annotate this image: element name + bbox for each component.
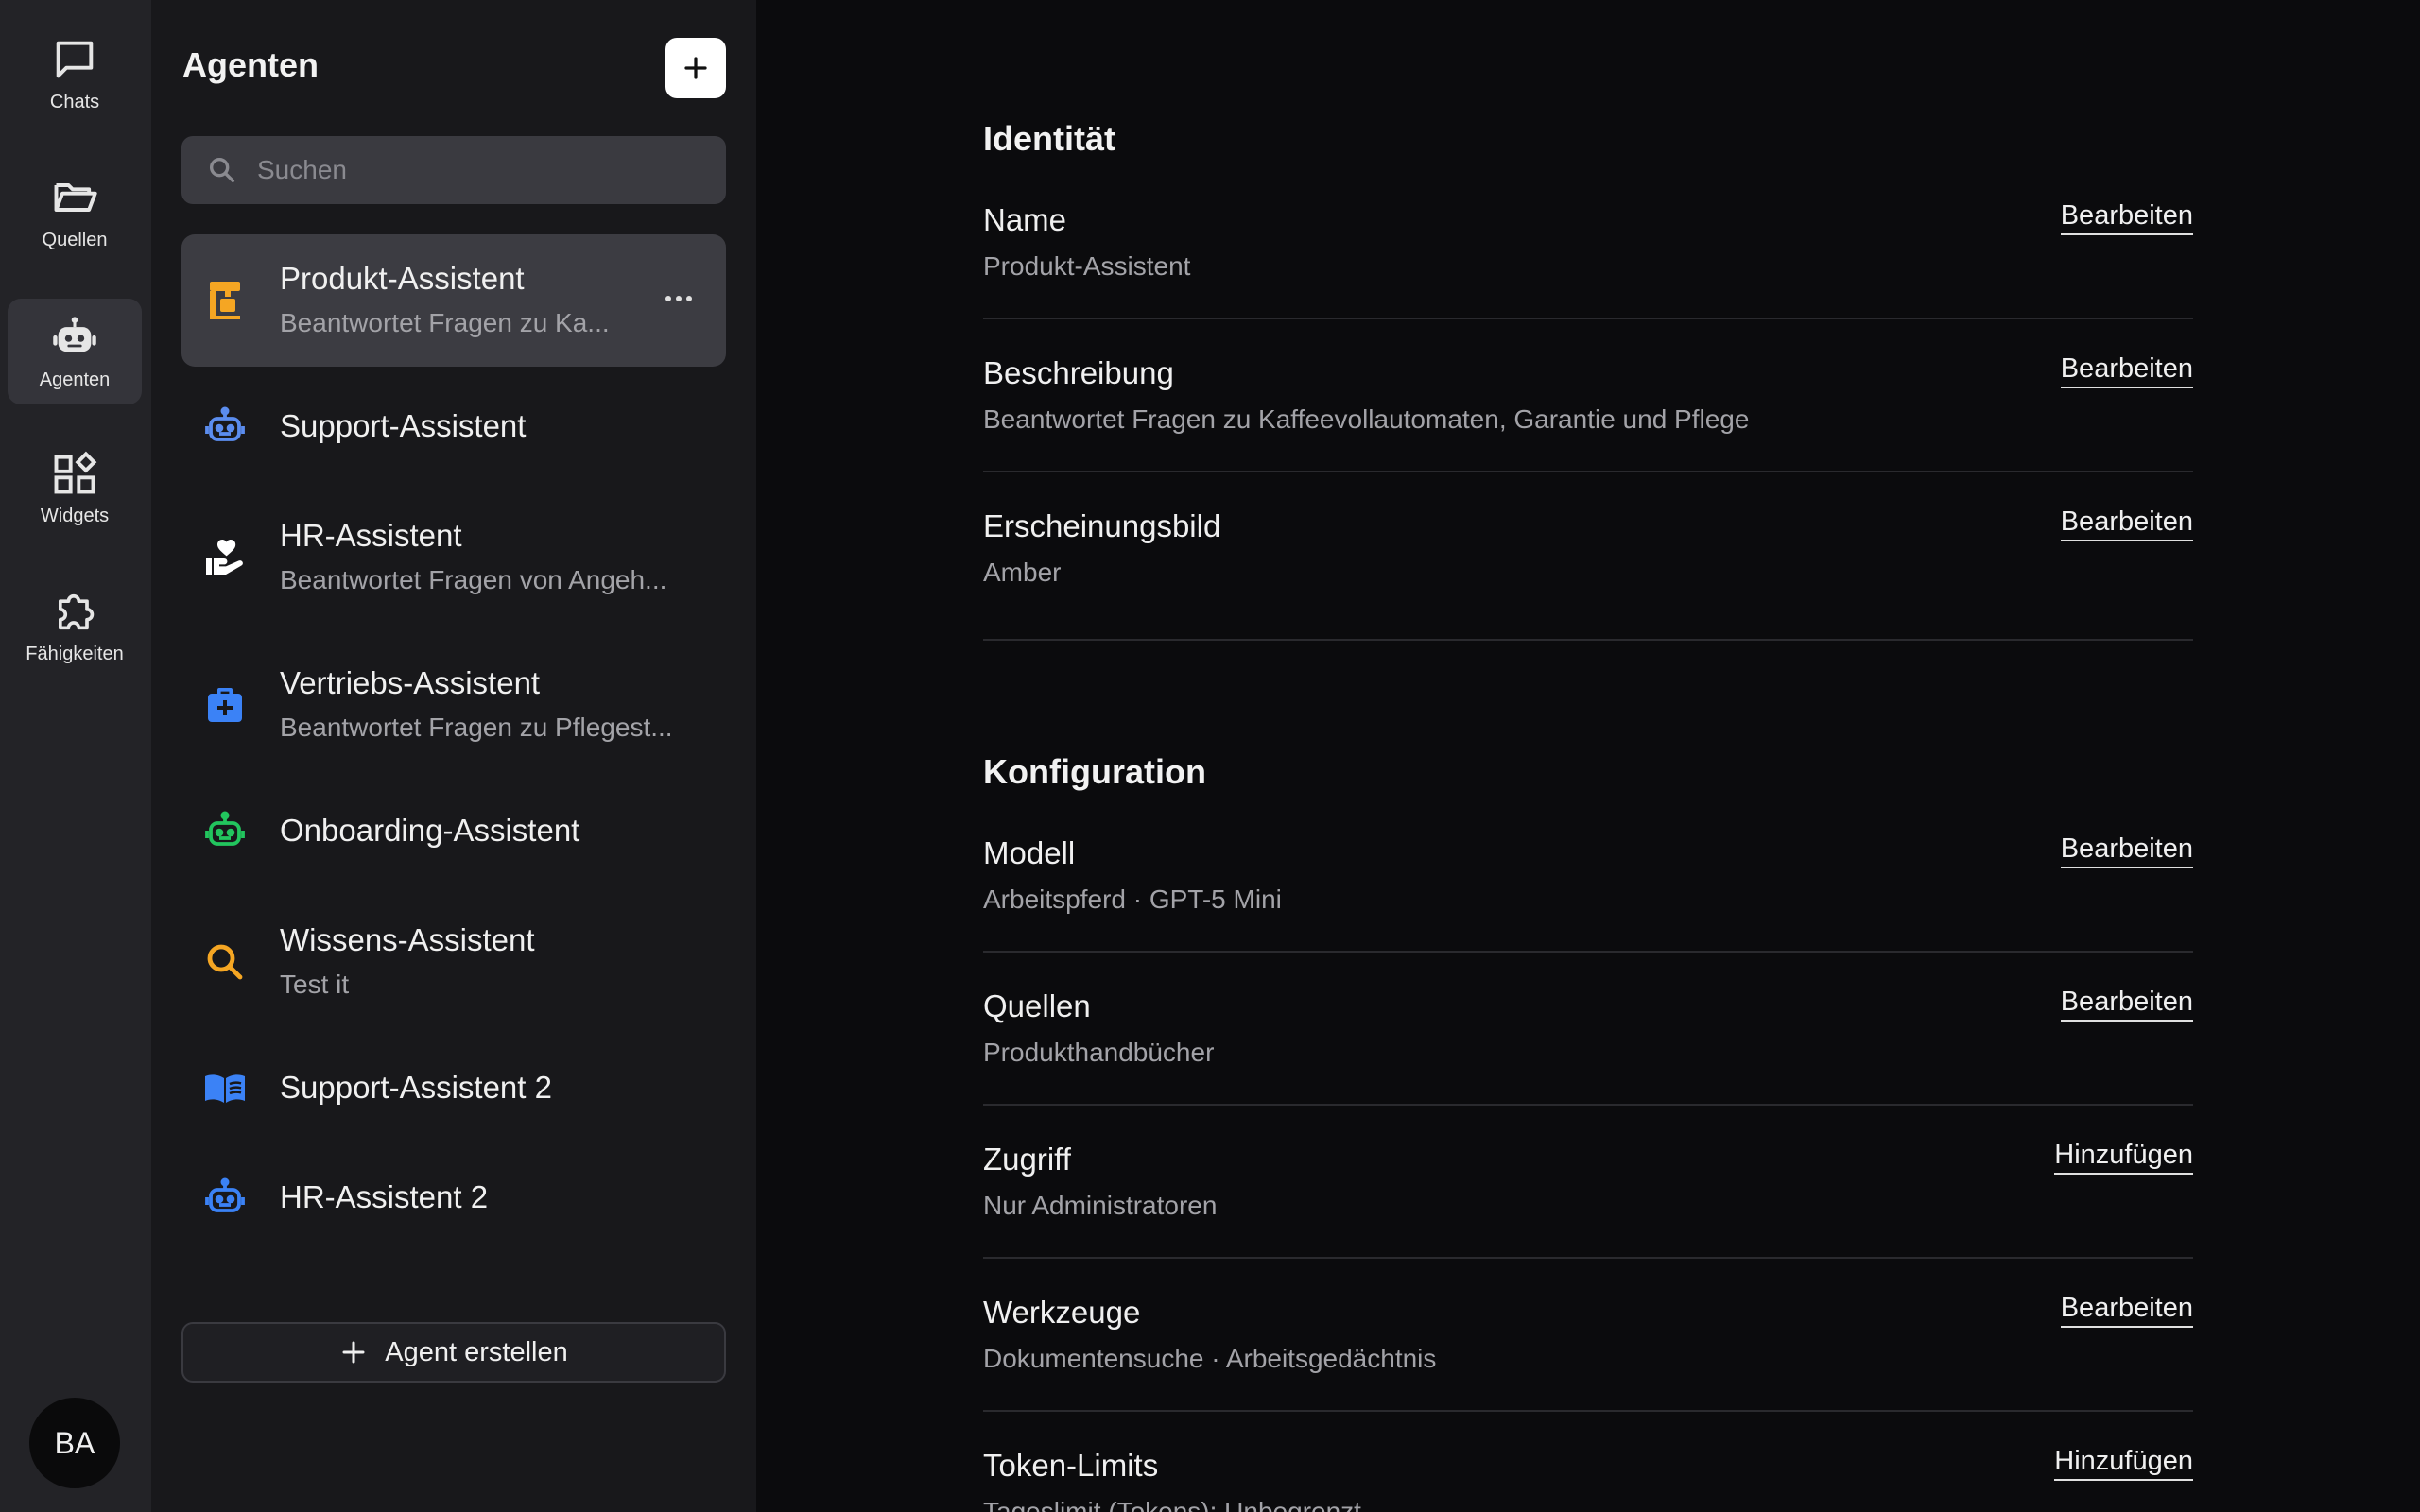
config-row-model: Modell Arbeitspferd · GPT-5 Mini Bearbei… [983, 833, 2193, 953]
medical-bag-icon [202, 682, 248, 728]
row-label: Erscheinungsbild [983, 508, 1221, 543]
agent-description: Beantwortet Fragen von Angeh... [280, 565, 667, 594]
agent-item-produkt-assistent[interactable]: Produkt-Assistent Beantwortet Fragen zu … [182, 234, 726, 367]
config-row-sources: Quellen Produkthandbücher Bearbeiten [983, 987, 2193, 1106]
search-input[interactable] [257, 155, 701, 185]
agent-item-hr-assistent[interactable]: HR-Assistent Beantwortet Fragen von Ange… [182, 491, 726, 624]
search-box [182, 136, 726, 204]
rail-item-faehigkeiten[interactable]: Fähigkeiten [8, 573, 142, 679]
configuration-section-title: Konfiguration [983, 752, 1206, 791]
chat-icon [56, 41, 94, 77]
rail-item-quellen[interactable]: Quellen [8, 159, 142, 265]
agent-item-support-assistent[interactable]: Support-Assistent [182, 382, 726, 472]
agent-description: Beantwortet Fragen zu Pflegest... [280, 713, 673, 742]
folder-icon [54, 182, 97, 212]
book-icon [202, 1066, 248, 1111]
config-row-access: Zugriff Nur Administratoren Hinzufügen [983, 1140, 2193, 1259]
agent-detail: Identität Name Produkt-Assistent Bearbei… [756, 0, 2420, 1512]
agent-name: Vertriebs-Assistent [280, 665, 541, 700]
edit-name-button[interactable]: Bearbeiten [2060, 200, 2193, 235]
create-agent-button[interactable]: Agent erstellen [182, 1322, 726, 1383]
row-label: Quellen [983, 988, 1091, 1023]
agents-panel: Agenten Produkt-Assistent Beantwortet Fr… [151, 0, 756, 1512]
rail-item-agenten[interactable]: Agenten [8, 299, 142, 404]
row-value: Amber [983, 558, 1062, 587]
agent-description: Beantwortet Fragen zu Ka... [280, 308, 610, 337]
edit-model-button[interactable]: Bearbeiten [2060, 833, 2193, 868]
row-value: Produkthandbücher [983, 1038, 1215, 1067]
widgets-icon [54, 451, 97, 493]
row-value: Beantwortet Fragen zu Kaffeevollautomate… [983, 404, 1750, 434]
row-label: Token-Limits [983, 1448, 1159, 1483]
puzzle-icon [58, 593, 95, 629]
edit-description-button[interactable]: Bearbeiten [2060, 353, 2193, 388]
heart-hand-icon [202, 535, 248, 580]
panel-title: Agenten [182, 45, 319, 84]
agent-name: Support-Assistent 2 [280, 1070, 552, 1105]
agent-item-support-assistent-2[interactable]: Support-Assistent 2 [182, 1043, 726, 1134]
agent-item-vertriebs-assistent[interactable]: Vertriebs-Assistent Beantwortet Fragen z… [182, 639, 726, 771]
row-value: Produkt-Assistent [983, 251, 1191, 281]
more-options-icon[interactable] [660, 287, 698, 310]
identity-row-description: Beschreibung Beantwortet Fragen zu Kaffe… [983, 353, 2193, 472]
config-row-token-limits: Token-Limits Tageslimit (Tokens): Unbegr… [983, 1446, 2193, 1512]
edit-appearance-button[interactable]: Bearbeiten [2060, 507, 2193, 541]
rail-label: Agenten [39, 369, 111, 390]
create-agent-label: Agent erstellen [385, 1336, 568, 1367]
agent-description: Test it [280, 970, 350, 999]
rail-label: Widgets [40, 505, 110, 526]
add-agent-button[interactable] [666, 38, 726, 98]
row-value: Tageslimit (Tokens): Unbegrenzt [983, 1497, 1361, 1512]
agent-name: Wissens-Assistent [280, 922, 535, 957]
identity-row-appearance: Erscheinungsbild Amber Bearbeiten [983, 507, 2193, 641]
row-label: Modell [983, 835, 1076, 870]
plus-icon [684, 57, 707, 79]
row-label: Name [983, 202, 1067, 237]
rail-label: Chats [49, 91, 100, 112]
plus-icon [342, 1341, 365, 1364]
row-value: Dokumentensuche · Arbeitsgedächtnis [983, 1344, 1437, 1373]
agent-name: HR-Assistent [280, 518, 462, 553]
robot-icon [202, 1176, 248, 1221]
robot-icon [202, 404, 248, 450]
row-value: Arbeitspferd · GPT-5 Mini [983, 885, 1282, 914]
left-rail: Chats Quellen Agenten Widgets Fähigkeite… [0, 0, 151, 1512]
robot-icon [202, 809, 248, 854]
agent-name: Support-Assistent [280, 408, 527, 443]
identity-row-name: Name Produkt-Assistent Bearbeiten [983, 200, 2193, 319]
agent-item-wissens-assistent[interactable]: Wissens-Assistent Test it [182, 896, 726, 1028]
rail-item-widgets[interactable]: Widgets [8, 435, 142, 541]
row-label: Beschreibung [983, 355, 1174, 390]
agent-name: Produkt-Assistent [280, 261, 525, 296]
search-icon [209, 157, 235, 183]
edit-tools-button[interactable]: Bearbeiten [2060, 1293, 2193, 1328]
rail-item-chats[interactable]: Chats [8, 21, 142, 127]
row-value: Nur Administratoren [983, 1191, 1218, 1220]
agent-item-hr-assistent-2[interactable]: HR-Assistent 2 [182, 1153, 726, 1244]
rail-label: Quellen [42, 229, 108, 250]
rail-label: Fähigkeiten [26, 643, 124, 664]
user-avatar[interactable]: BA [29, 1398, 120, 1488]
add-token-limit-button[interactable]: Hinzufügen [2054, 1446, 2193, 1481]
agent-name: HR-Assistent 2 [280, 1179, 489, 1214]
robot-icon [53, 316, 96, 352]
agent-item-onboarding-assistent[interactable]: Onboarding-Assistent [182, 786, 726, 877]
add-access-button[interactable]: Hinzufügen [2054, 1140, 2193, 1175]
identity-section-title: Identität [983, 119, 1115, 158]
edit-sources-button[interactable]: Bearbeiten [2060, 987, 2193, 1022]
agent-name: Onboarding-Assistent [280, 813, 580, 848]
row-label: Zugriff [983, 1142, 1071, 1177]
coffee-machine-icon [202, 278, 248, 323]
config-row-tools: Werkzeuge Dokumentensuche · Arbeitsgedäc… [983, 1293, 2193, 1412]
row-label: Werkzeuge [983, 1295, 1141, 1330]
search-icon [202, 939, 248, 985]
